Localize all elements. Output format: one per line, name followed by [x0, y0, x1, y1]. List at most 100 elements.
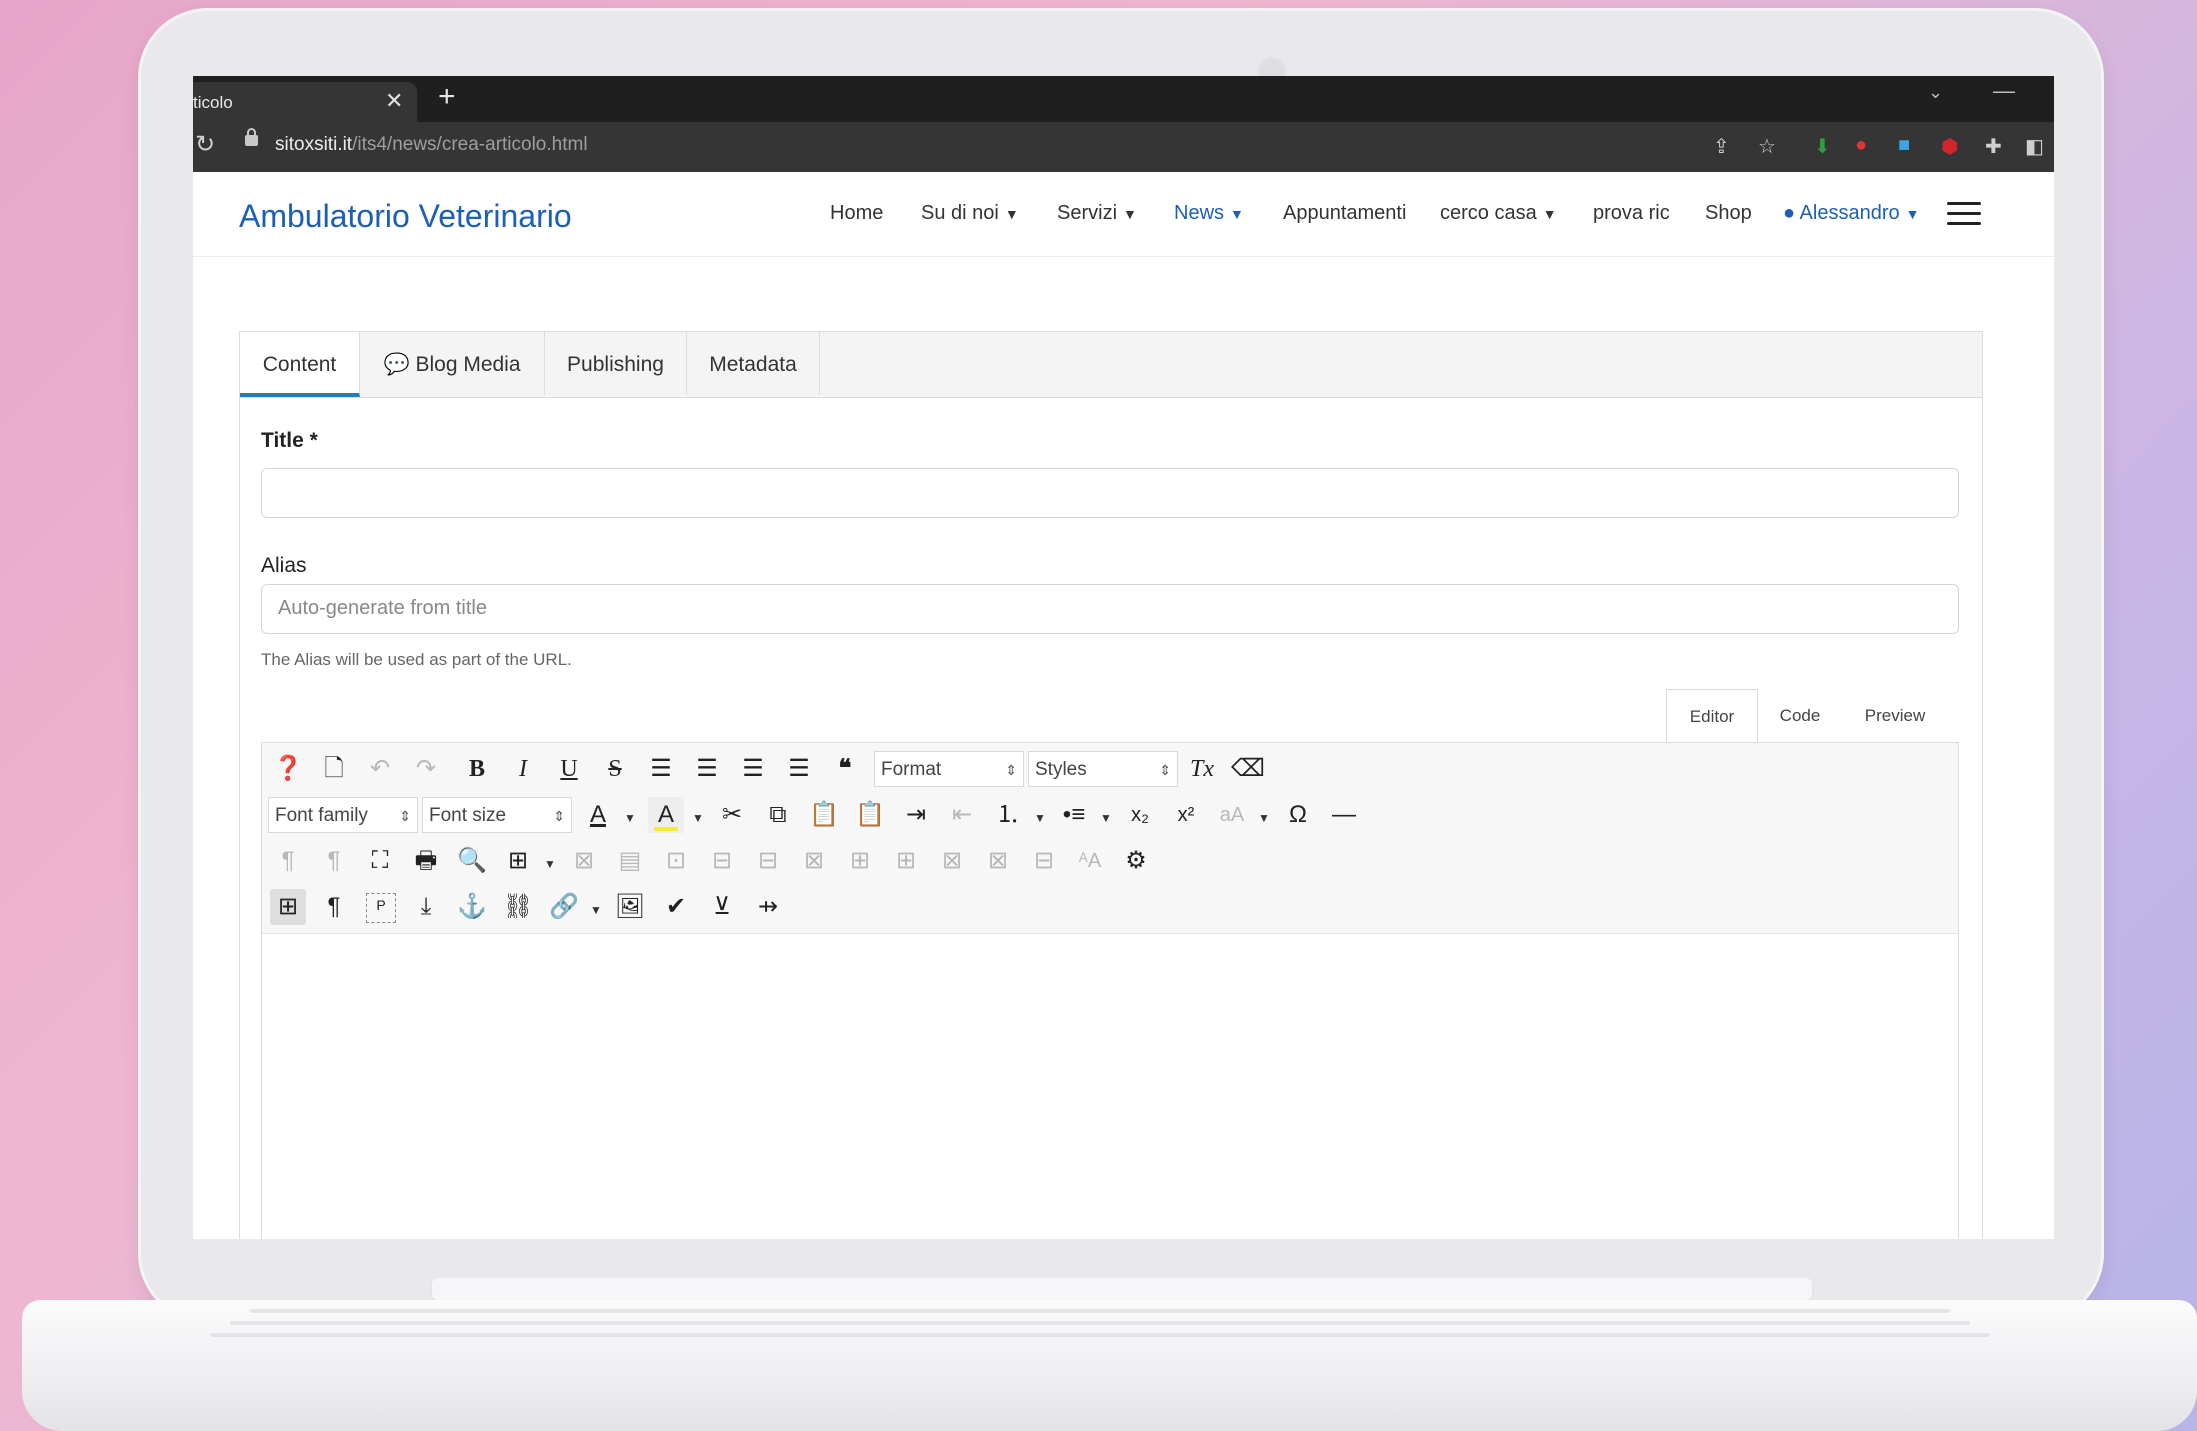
horizontal-rule-icon[interactable]: — [1326, 797, 1362, 833]
extension-red-icon[interactable]: ● [1855, 134, 1867, 157]
site-brand[interactable]: Ambulatorio Veterinario [239, 198, 572, 235]
font-case-icon[interactable]: ᴬA [1072, 843, 1108, 879]
print-icon[interactable]: 🖶 [408, 843, 444, 879]
delete-col-icon[interactable]: ⊠ [934, 843, 970, 879]
editor-tab-code[interactable]: Code [1760, 689, 1840, 743]
browser-tab[interactable]: ticolo ✕ [193, 82, 417, 122]
copy-icon[interactable]: ⧉ [760, 797, 796, 833]
upload-icon[interactable]: ⤓ [408, 889, 444, 925]
styles-select[interactable]: Styles ⇕ [1028, 751, 1178, 787]
title-input[interactable] [261, 468, 1959, 518]
visual-aid-icon[interactable]: ⊞ [270, 889, 306, 925]
show-invisibles-icon[interactable]: ¶ [316, 889, 352, 925]
outdent-icon[interactable]: ⇤ [944, 797, 980, 833]
caret-down-icon[interactable]: ▼ [1034, 811, 1046, 825]
new-document-icon[interactable]: 🗋 [316, 751, 352, 787]
table-cell-props-icon[interactable]: ⊡ [658, 843, 694, 879]
superscript-icon[interactable]: x² [1168, 797, 1204, 833]
font-size-select[interactable]: Font size ⇕ [422, 797, 572, 833]
split-cells-icon[interactable]: ⊠ [980, 843, 1016, 879]
nav-shop[interactable]: Shop [1705, 202, 1752, 225]
caret-down-icon[interactable]: ▼ [624, 811, 636, 825]
tab-search-icon[interactable]: ⌄ [1928, 82, 1943, 103]
format-select[interactable]: Format ⇕ [874, 751, 1024, 787]
fullscreen-icon[interactable]: ⛶ [362, 843, 398, 879]
tab-blog-media[interactable]: 💬 Blog Media [360, 332, 545, 395]
nav-news[interactable]: News ▼ [1174, 202, 1244, 225]
page-break-icon[interactable]: ⊻ [704, 889, 740, 925]
nav-home[interactable]: Home [830, 202, 883, 225]
special-character-icon[interactable]: Ω [1280, 797, 1316, 833]
unlink-icon[interactable]: ⛓ [500, 889, 536, 925]
merge-cells-icon[interactable]: ⊟ [1026, 843, 1062, 879]
clean-up-icon[interactable]: ⌫ [1230, 751, 1266, 787]
ltr-icon[interactable]: ¶ [270, 843, 306, 879]
insert-col-after-icon[interactable]: ⊞ [888, 843, 924, 879]
align-justify-icon[interactable]: ☰ [643, 751, 679, 787]
clear-formatting-icon[interactable]: Tx [1184, 751, 1220, 787]
side-panel-icon[interactable]: ◧ [2025, 134, 2044, 159]
indent-icon[interactable]: ⇥ [898, 797, 934, 833]
delete-table-icon[interactable]: ⊠ [566, 843, 602, 879]
nav-prova-ric[interactable]: prova ric [1593, 202, 1670, 225]
extension-download-icon[interactable]: ⬇ [1814, 134, 1831, 159]
blockquote-icon[interactable]: ❝ [827, 751, 863, 787]
undo-icon[interactable]: ↶ [362, 751, 398, 787]
italic-icon[interactable]: I [505, 751, 541, 787]
link-icon[interactable]: 🔗 [546, 889, 582, 925]
tab-publishing[interactable]: Publishing [545, 332, 687, 395]
caret-down-icon[interactable]: ▼ [1258, 811, 1270, 825]
insert-row-after-icon[interactable]: ⊟ [750, 843, 786, 879]
delete-row-icon[interactable]: ⊠ [796, 843, 832, 879]
table-row-props-icon[interactable]: ▤ [612, 843, 648, 879]
hamburger-menu-icon[interactable] [1947, 202, 1981, 226]
tab-metadata[interactable]: Metadata [687, 332, 820, 395]
table-icon[interactable]: ⊞ [500, 843, 536, 879]
nav-user-menu[interactable]: ● Alessandro ▼ [1783, 202, 1919, 225]
nav-servizi[interactable]: Servizi ▼ [1057, 202, 1137, 225]
underline-icon[interactable]: U [551, 751, 587, 787]
new-tab-button[interactable]: + [438, 80, 456, 114]
gear-icon[interactable]: ⚙ [1118, 843, 1154, 879]
caret-down-icon[interactable]: ▼ [1100, 811, 1112, 825]
editor-tab-preview[interactable]: Preview [1845, 689, 1945, 743]
numbered-list-icon[interactable]: ⒈ [990, 797, 1026, 833]
tab-content[interactable]: Content [240, 332, 360, 397]
subscript-icon[interactable]: x₂ [1122, 797, 1158, 833]
reload-icon[interactable]: ↻ [195, 130, 215, 159]
text-color-icon[interactable]: A [580, 797, 616, 833]
caret-down-icon[interactable]: ▼ [692, 811, 704, 825]
insert-row-before-icon[interactable]: ⊟ [704, 843, 740, 879]
bold-icon[interactable]: B [459, 751, 495, 787]
minimize-window-icon[interactable]: — [1993, 78, 2015, 104]
extensions-puzzle-icon[interactable]: ✚ [1985, 134, 2002, 159]
bullet-list-icon[interactable]: •≡ [1056, 797, 1092, 833]
change-case-icon[interactable]: aA [1214, 797, 1250, 833]
share-icon[interactable]: ⇪ [1713, 134, 1730, 159]
editor-tab-editor[interactable]: Editor [1666, 689, 1758, 744]
caret-down-icon[interactable]: ▼ [590, 903, 602, 917]
align-center-icon[interactable]: ☰ [689, 751, 725, 787]
alias-input[interactable]: Auto-generate from title [261, 584, 1959, 634]
insert-col-before-icon[interactable]: ⊞ [842, 843, 878, 879]
image-icon[interactable]: 🖼 [612, 889, 648, 925]
anchor-icon[interactable]: ⚓ [454, 889, 490, 925]
url-field[interactable]: sitoxsiti.it/its4/news/crea-articolo.htm… [275, 134, 588, 156]
background-color-icon[interactable]: A [648, 797, 684, 833]
lock-icon[interactable] [245, 128, 258, 146]
strikethrough-icon[interactable]: S [597, 751, 633, 787]
font-family-select[interactable]: Font family ⇕ [268, 797, 418, 833]
show-blocks-icon[interactable]: P [366, 893, 396, 923]
extension-blue-icon[interactable]: ■ [1898, 134, 1910, 157]
bookmark-star-icon[interactable]: ☆ [1758, 134, 1776, 159]
help-icon[interactable]: ❓ [270, 751, 306, 787]
nav-cerco-casa[interactable]: cerco casa ▼ [1440, 202, 1557, 225]
spellcheck-icon[interactable]: ✔ [658, 889, 694, 925]
nav-appuntamenti[interactable]: Appuntamenti [1283, 202, 1406, 225]
paste-text-icon[interactable]: 📋 [852, 797, 888, 833]
paste-icon[interactable]: 📋 [806, 797, 842, 833]
close-tab-icon[interactable]: ✕ [385, 88, 403, 114]
cut-icon[interactable]: ✂ [714, 797, 750, 833]
caret-down-icon[interactable]: ▼ [544, 857, 556, 871]
search-replace-icon[interactable]: 🔍 [454, 843, 490, 879]
